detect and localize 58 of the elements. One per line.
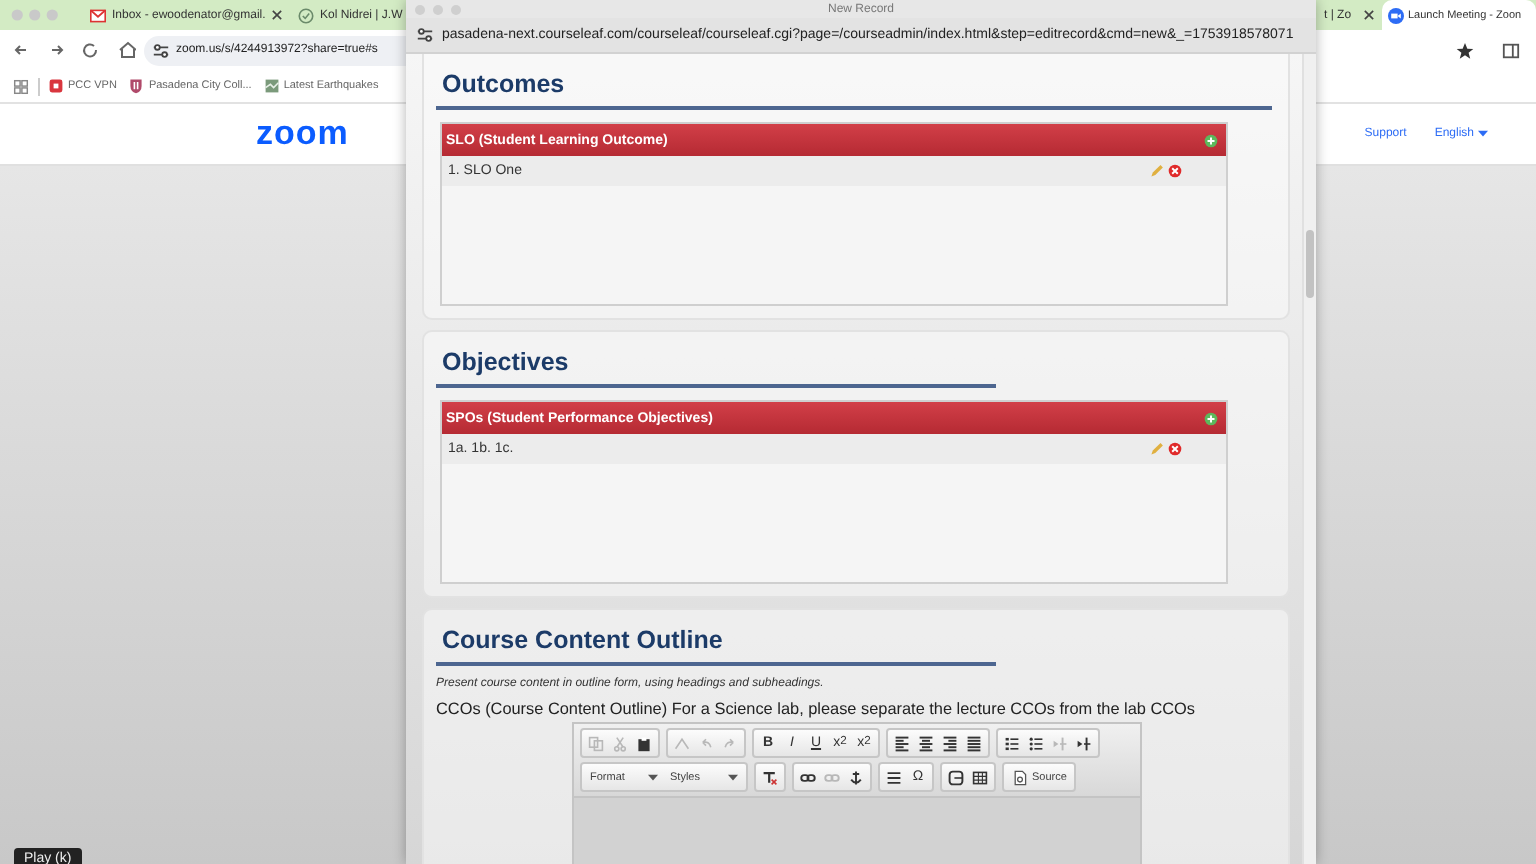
align-center-button[interactable] bbox=[914, 732, 938, 754]
outdent-icon bbox=[1052, 735, 1068, 751]
copy-icon bbox=[588, 735, 604, 751]
zoom-logo[interactable]: zoom bbox=[256, 114, 349, 154]
justify-icon bbox=[966, 735, 982, 751]
paste-button[interactable] bbox=[632, 732, 656, 754]
close-icon[interactable] bbox=[272, 10, 282, 20]
undo-icon bbox=[698, 735, 714, 751]
crest-icon bbox=[128, 78, 145, 94]
cut-icon bbox=[612, 735, 628, 751]
section-heading: Objectives bbox=[440, 348, 569, 376]
site-settings-icon[interactable] bbox=[152, 41, 170, 59]
scrollbar[interactable] bbox=[1302, 54, 1316, 864]
align-left-button[interactable] bbox=[890, 732, 914, 754]
unlink-icon bbox=[824, 769, 840, 785]
numbered-list-button[interactable] bbox=[1000, 732, 1024, 754]
site-settings-icon[interactable] bbox=[416, 26, 434, 44]
side-panel-icon[interactable] bbox=[1502, 41, 1520, 59]
bookmark-star-icon[interactable] bbox=[1456, 41, 1474, 59]
indent-icon bbox=[1076, 735, 1092, 751]
add-icon[interactable] bbox=[1204, 411, 1218, 425]
clear-format-icon bbox=[762, 769, 778, 785]
frame-icon bbox=[948, 769, 964, 785]
align-right-button[interactable] bbox=[938, 732, 962, 754]
delete-icon[interactable] bbox=[1168, 164, 1182, 178]
table-button[interactable] bbox=[968, 766, 992, 788]
navigation-buttons-icon[interactable] bbox=[12, 40, 136, 60]
align-right-icon bbox=[942, 735, 958, 751]
align-left-icon bbox=[894, 735, 910, 751]
paste-icon bbox=[636, 735, 652, 751]
section-heading: Course Content Outline bbox=[440, 626, 723, 654]
frame-button[interactable] bbox=[944, 766, 968, 788]
justify-button[interactable] bbox=[962, 732, 986, 754]
video-camera-icon bbox=[1388, 7, 1404, 23]
link-icon bbox=[800, 769, 816, 785]
anchor-icon bbox=[848, 769, 864, 785]
indent-button[interactable] bbox=[1072, 732, 1096, 754]
align-center-icon bbox=[918, 735, 934, 751]
horizontal-rule-icon bbox=[886, 769, 902, 785]
delete-icon[interactable] bbox=[1168, 442, 1182, 456]
add-icon[interactable] bbox=[1204, 133, 1218, 147]
close-icon[interactable] bbox=[1364, 10, 1374, 20]
envelope-icon bbox=[90, 7, 106, 23]
table-icon bbox=[972, 769, 988, 785]
apps-grid-icon[interactable] bbox=[12, 77, 30, 95]
bullet-list-icon bbox=[1028, 735, 1044, 751]
map-icon bbox=[263, 78, 280, 94]
check-circle-icon bbox=[298, 7, 314, 23]
numbered-list-icon bbox=[1004, 735, 1020, 751]
field-label: CCOs (Course Content Outline) For a Science lab, please separate the lecture CCOs from the lab CCOs bbox=[436, 700, 1198, 718]
caret-icon bbox=[648, 773, 658, 781]
horizontal-rule-button[interactable] bbox=[882, 766, 906, 788]
bullet-list-button[interactable] bbox=[1024, 732, 1048, 754]
redo-icon bbox=[722, 735, 738, 751]
document-icon bbox=[1012, 769, 1028, 785]
caret-icon bbox=[728, 773, 738, 781]
caret-icon bbox=[1478, 130, 1488, 138]
section-heading: Outcomes bbox=[440, 70, 565, 98]
